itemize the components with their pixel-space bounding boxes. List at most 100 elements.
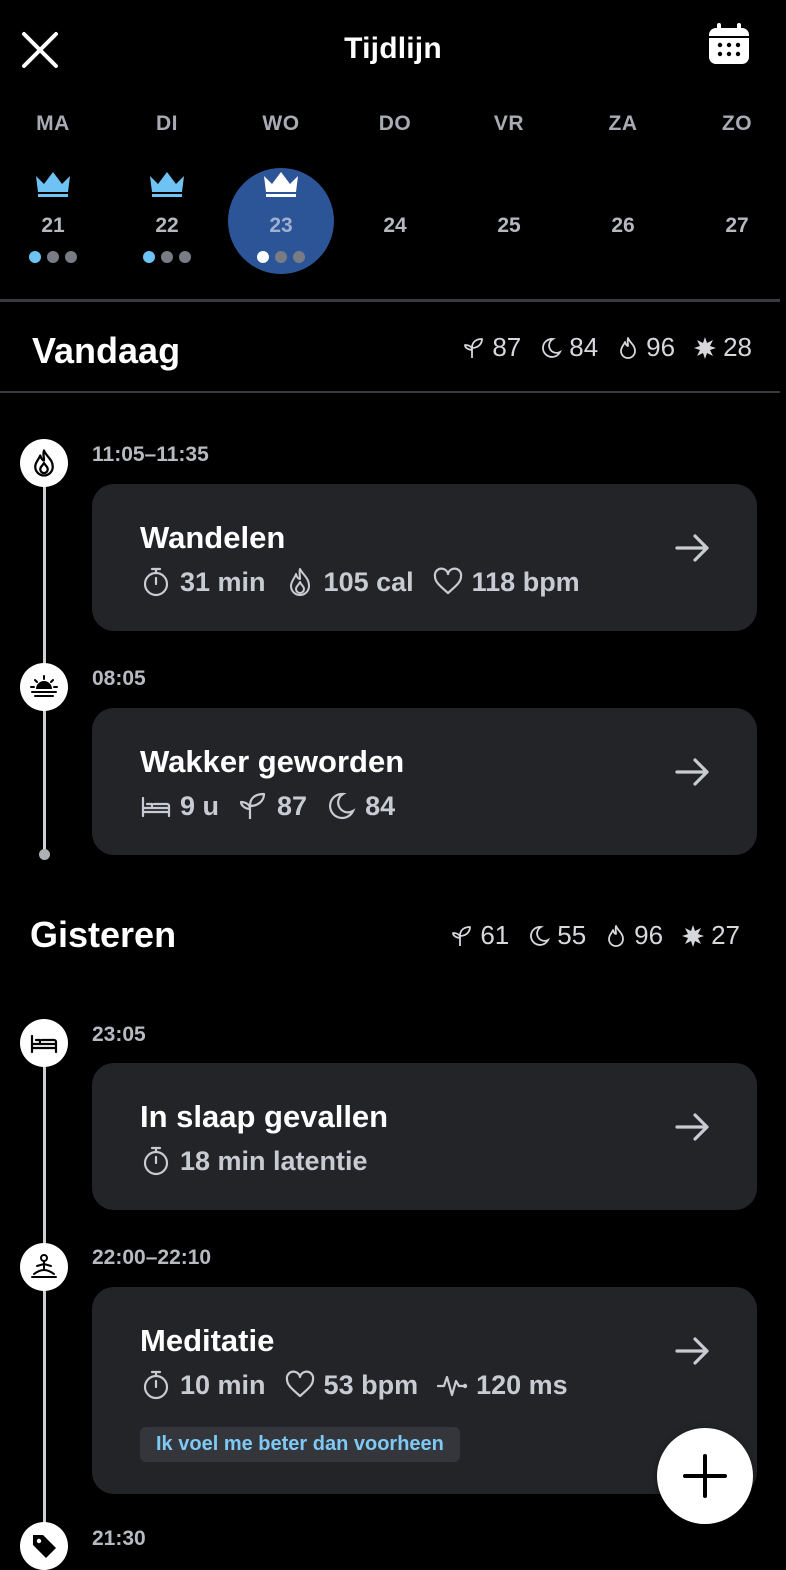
event-card-meditation[interactable]: Meditatie 10 min 53 bpm 120 ms Ik voel m… bbox=[92, 1287, 757, 1494]
activity-dot bbox=[257, 251, 269, 263]
day-wo[interactable]: WO 23 bbox=[228, 108, 334, 278]
calendar-icon bbox=[709, 23, 749, 64]
metric-heart: 118 bpm bbox=[432, 566, 580, 598]
event-time: 23:05 bbox=[92, 1023, 146, 1046]
burst-icon bbox=[682, 924, 705, 947]
week-strip: MA 21 DI 22 WO 23 DO 24 VR 25 ZA 26 ZO 27 bbox=[0, 108, 786, 298]
timeline-line bbox=[43, 1066, 46, 1570]
crown-icon bbox=[150, 172, 184, 197]
stat-strain: 28 bbox=[693, 332, 752, 363]
activity-dot bbox=[179, 251, 191, 263]
day-ma[interactable]: MA 21 bbox=[0, 108, 106, 278]
day-activity-dots bbox=[29, 251, 77, 263]
activity-dot bbox=[143, 251, 155, 263]
day-name: DI bbox=[156, 112, 178, 135]
day-number: 24 bbox=[383, 214, 407, 237]
day-zo[interactable]: ZO 27 bbox=[684, 108, 786, 278]
day-di[interactable]: DI 22 bbox=[114, 108, 220, 278]
metric-calories: 105 cal bbox=[284, 566, 414, 598]
page-title: Tijdlijn bbox=[344, 32, 442, 65]
event-title: Wakker geworden bbox=[140, 744, 405, 779]
section-today: Vandaag 87 84 96 28 bbox=[0, 322, 786, 382]
flame-icon bbox=[289, 568, 310, 596]
timeline-node-walk bbox=[20, 439, 68, 487]
activity-dot bbox=[65, 251, 77, 263]
metric-duration: 10 min bbox=[140, 1369, 266, 1401]
add-button[interactable] bbox=[657, 1428, 753, 1524]
flame-icon bbox=[34, 449, 54, 477]
crown-icon bbox=[264, 172, 298, 197]
heart-icon bbox=[285, 1370, 314, 1398]
flame-icon bbox=[608, 924, 625, 947]
crown-icon bbox=[36, 172, 70, 197]
divider bbox=[0, 391, 780, 393]
day-do[interactable]: DO 24 bbox=[342, 108, 448, 278]
yesterday-stats: 61 55 96 27 bbox=[450, 920, 740, 951]
moon-icon bbox=[530, 925, 551, 946]
arrow-right-icon bbox=[675, 1337, 709, 1365]
stat-sleep: 84 bbox=[539, 332, 598, 363]
stat-recovery: 87 bbox=[462, 332, 521, 363]
event-card-walk[interactable]: Wandelen 31 min 105 cal 118 bpm bbox=[92, 484, 757, 631]
event-metrics: 31 min 105 cal 118 bpm bbox=[140, 566, 580, 598]
timeline-node-wake bbox=[20, 663, 68, 711]
metric-recovery: 87 bbox=[237, 790, 307, 822]
sunrise-icon bbox=[30, 675, 58, 697]
activity-dot bbox=[293, 251, 305, 263]
day-vr[interactable]: VR 25 bbox=[456, 108, 562, 278]
activity-dot bbox=[29, 251, 41, 263]
stat-activity: 96 bbox=[616, 332, 675, 363]
metric-hrv: 120 ms bbox=[436, 1369, 568, 1401]
timeline-node-asleep bbox=[20, 1019, 68, 1067]
sprout-icon bbox=[464, 337, 484, 358]
day-number: 25 bbox=[497, 214, 521, 237]
day-activity-dots bbox=[143, 251, 191, 263]
section-yesterday: Gisteren 61 55 96 27 bbox=[0, 908, 786, 968]
day-name: MA bbox=[36, 112, 70, 135]
sprout-icon bbox=[239, 792, 266, 819]
event-metrics: 18 min latentie bbox=[140, 1145, 368, 1177]
event-card-wake[interactable]: Wakker geworden 9 u 87 84 bbox=[92, 708, 757, 855]
burst-icon bbox=[694, 336, 717, 359]
arrow-right-icon bbox=[675, 534, 709, 562]
day-number: 27 bbox=[725, 214, 749, 237]
day-name: ZO bbox=[721, 112, 753, 135]
arrow-right-icon bbox=[675, 1113, 709, 1141]
event-card-asleep[interactable]: In slaap gevallen 18 min latentie bbox=[92, 1063, 757, 1210]
bed-icon bbox=[30, 1034, 58, 1054]
arrow-right-icon bbox=[675, 758, 709, 786]
moon-icon bbox=[542, 337, 563, 358]
event-time: 11:05–11:35 bbox=[92, 443, 209, 466]
day-name: ZA bbox=[608, 112, 638, 135]
day-number: 21 bbox=[41, 214, 65, 237]
metric-sleep-duration: 9 u bbox=[140, 790, 219, 822]
today-stats: 87 84 96 28 bbox=[462, 332, 752, 363]
flame-icon bbox=[620, 336, 637, 359]
plus-icon bbox=[683, 1454, 727, 1498]
timeline-node-tag bbox=[20, 1522, 68, 1570]
activity-dot bbox=[47, 251, 59, 263]
stat-recovery: 61 bbox=[450, 920, 509, 951]
stopwatch-icon bbox=[143, 567, 169, 597]
divider bbox=[0, 299, 780, 302]
day-za[interactable]: ZA 26 bbox=[570, 108, 676, 278]
header: Tijdlijn bbox=[0, 0, 786, 100]
timeline-node-meditation bbox=[20, 1243, 68, 1291]
bed-icon bbox=[141, 796, 171, 818]
stat-sleep: 55 bbox=[527, 920, 586, 951]
event-metrics: 9 u 87 84 bbox=[140, 790, 395, 822]
day-number: 26 bbox=[611, 214, 635, 237]
meditation-icon bbox=[31, 1254, 57, 1278]
mood-tag: Ik voel me beter dan voorheen bbox=[140, 1427, 460, 1462]
stat-strain: 27 bbox=[681, 920, 740, 951]
day-name: WO bbox=[262, 112, 300, 135]
calendar-button[interactable] bbox=[706, 22, 752, 68]
tag-icon bbox=[33, 1535, 56, 1558]
day-number: 23 bbox=[269, 214, 293, 237]
activity-dot bbox=[275, 251, 287, 263]
stat-activity: 96 bbox=[604, 920, 663, 951]
section-title-today: Vandaag bbox=[32, 330, 181, 371]
metric-heart: 53 bpm bbox=[284, 1369, 418, 1401]
sprout-icon bbox=[452, 925, 472, 946]
heart-icon bbox=[433, 567, 462, 595]
